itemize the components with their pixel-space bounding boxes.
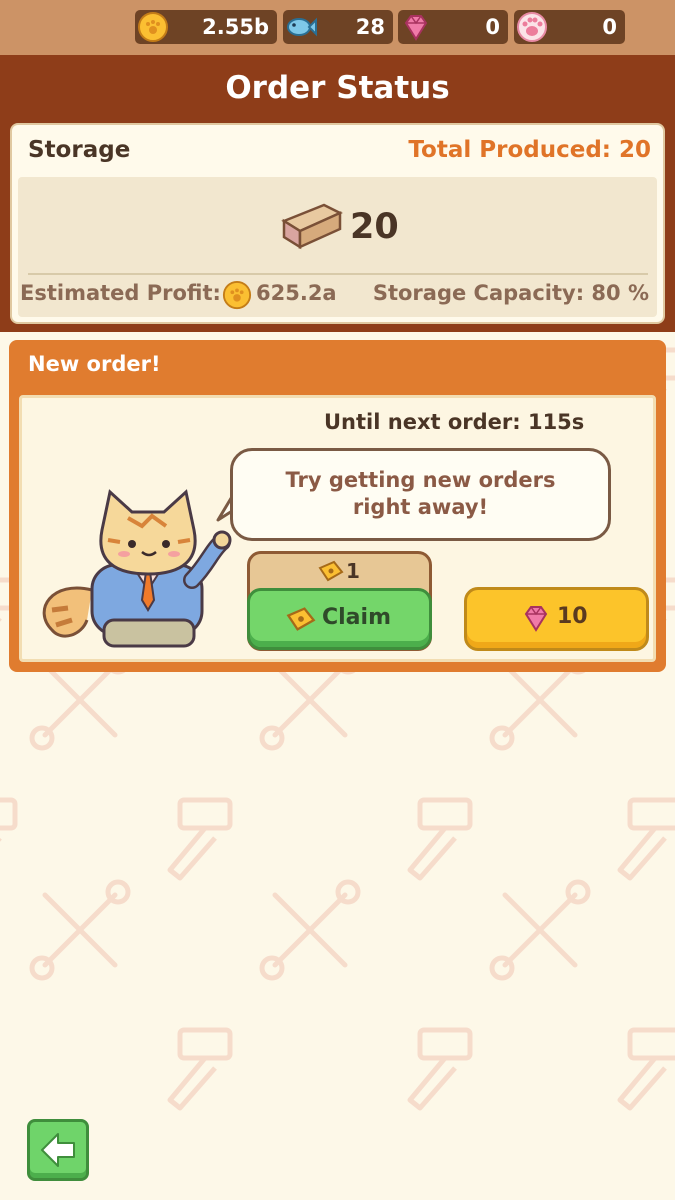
- storage-contents: 20 Estimated Profit: 625.2a Storage Capa…: [18, 177, 657, 317]
- gem-icon: [404, 15, 428, 41]
- wood-plank-icon: [281, 203, 343, 250]
- speech-bubble: Try getting new orders right away!: [230, 448, 611, 541]
- storage-count: 20: [350, 207, 399, 247]
- paw-counter[interactable]: 0: [514, 10, 625, 44]
- new-order-panel: New order! Until next order: 115s Try ge…: [9, 340, 666, 672]
- next-order-timer: Until next order: 115s: [324, 410, 585, 434]
- gem-cost-value: 10: [557, 604, 588, 629]
- paw-coin-icon: [222, 280, 252, 310]
- gem-icon: [524, 606, 548, 632]
- ticket-cost-value: 1: [346, 559, 360, 583]
- ticket-icon: [318, 560, 344, 582]
- paw-value: 0: [602, 15, 617, 39]
- claim-button-label: Claim: [322, 605, 391, 630]
- paw-icon: [517, 12, 547, 42]
- fish-icon: [287, 17, 317, 37]
- paw-coin-icon: [138, 12, 168, 42]
- coin-value: 2.55b: [202, 15, 269, 39]
- storage-label: Storage: [28, 137, 131, 163]
- order-panel-title: New order!: [28, 352, 161, 376]
- estimated-profit-label: Estimated Profit:: [20, 281, 221, 305]
- cat-manager-character: [42, 489, 232, 648]
- storage-card: Storage Total Produced: 20 20 Estimated …: [10, 123, 665, 324]
- divider: [28, 273, 648, 275]
- storage-capacity: Storage Capacity: 80 %: [372, 281, 649, 305]
- speech-bubble-text: Try getting new orders right away!: [233, 467, 608, 521]
- gem-skip-button[interactable]: 10: [464, 587, 649, 651]
- gem-counter[interactable]: 0: [398, 10, 508, 44]
- back-button[interactable]: [27, 1119, 89, 1181]
- estimated-profit-value: 625.2a: [256, 281, 337, 305]
- coin-counter[interactable]: 2.55b: [135, 10, 277, 44]
- claim-button[interactable]: Claim: [247, 588, 432, 650]
- message-line-1: Try getting new orders: [285, 468, 556, 492]
- gem-value: 0: [485, 15, 500, 39]
- arrow-left-icon: [41, 1133, 75, 1167]
- ticket-claim-container: 1 Claim: [247, 551, 432, 651]
- message-line-2: right away!: [352, 495, 489, 519]
- page-title: Order Status: [225, 70, 450, 106]
- total-produced: Total Produced: 20: [408, 137, 651, 163]
- currency-bar: 2.55b 28 0 0: [0, 0, 675, 55]
- fish-counter[interactable]: 28: [283, 10, 393, 44]
- order-content: Until next order: 115s Try getting new o…: [19, 395, 656, 662]
- fish-value: 28: [355, 15, 385, 39]
- ticket-icon: [286, 607, 316, 631]
